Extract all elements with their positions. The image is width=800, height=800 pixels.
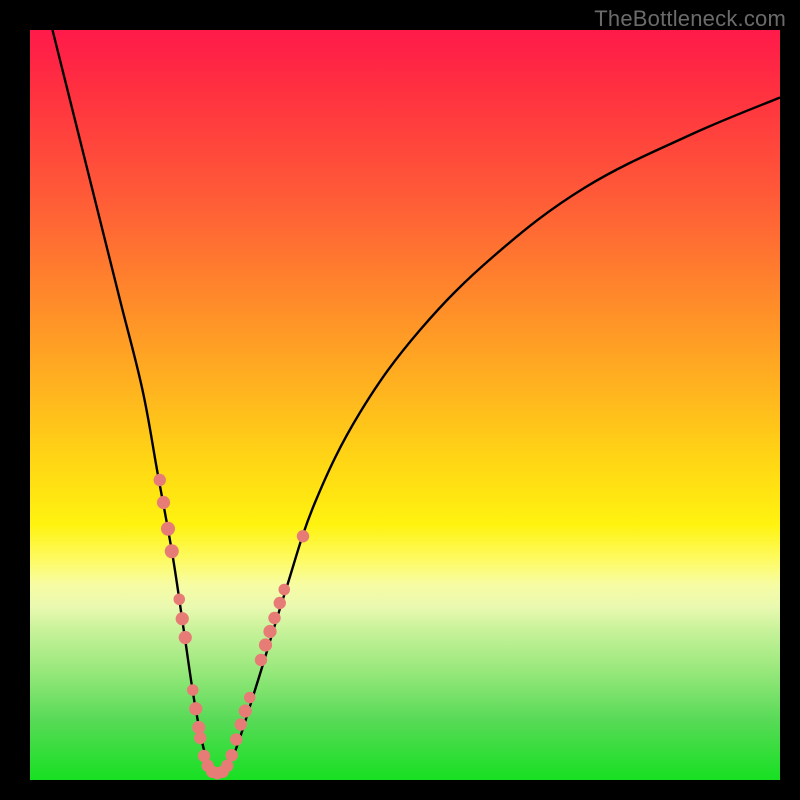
chart-frame: TheBottleneck.com	[0, 0, 800, 800]
chart-marker	[176, 612, 189, 625]
chart-marker	[179, 631, 192, 644]
chart-marker	[189, 702, 202, 715]
chart-marker	[226, 749, 238, 761]
chart-marker	[154, 474, 166, 486]
chart-plot-area	[30, 30, 780, 780]
chart-markers	[154, 474, 310, 780]
chart-marker	[187, 684, 199, 696]
chart-marker	[194, 732, 206, 744]
chart-marker	[165, 544, 179, 558]
chart-marker	[274, 597, 286, 609]
chart-marker	[157, 496, 170, 509]
chart-marker	[263, 625, 276, 638]
chart-marker	[278, 584, 290, 596]
chart-marker	[161, 522, 175, 536]
bottleneck-curve	[53, 30, 781, 773]
watermark-text: TheBottleneck.com	[594, 6, 786, 32]
chart-svg	[30, 30, 780, 780]
chart-marker	[235, 718, 247, 730]
chart-marker	[268, 612, 280, 624]
chart-marker	[244, 692, 256, 704]
chart-marker	[297, 530, 309, 542]
chart-marker	[239, 704, 252, 717]
chart-marker	[173, 593, 185, 605]
chart-marker	[259, 638, 272, 651]
chart-marker	[255, 654, 267, 666]
chart-marker	[230, 733, 242, 745]
